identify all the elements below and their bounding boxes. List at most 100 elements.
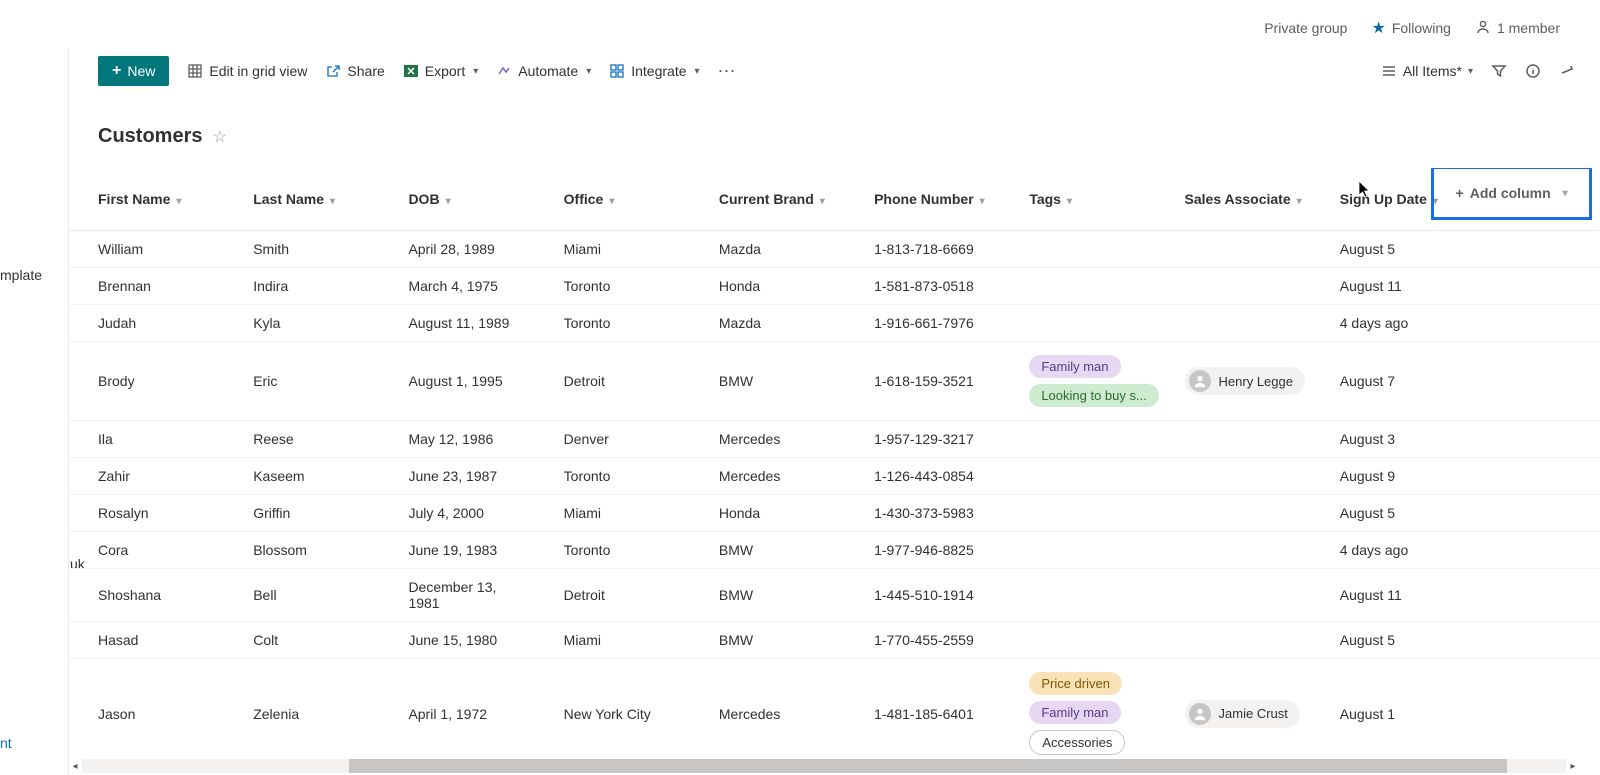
cell[interactable]: 1-977-946-8825	[844, 532, 999, 569]
cell-date[interactable]: 4 days ago	[1310, 305, 1431, 342]
export-button[interactable]: Export ▾	[403, 63, 479, 79]
cell[interactable]: 1-581-873-0518	[844, 268, 999, 305]
cell-tags[interactable]	[999, 305, 1154, 342]
cell-associate[interactable]	[1155, 569, 1310, 622]
cell[interactable]: Honda	[689, 268, 844, 305]
table-row[interactable]: ZahirKaseemJune 23, 1987TorontoMercedes1…	[68, 458, 1600, 495]
scroll-right-arrow[interactable]: ▸	[1566, 759, 1580, 773]
cell[interactable]: Rosalyn	[68, 495, 223, 532]
cell[interactable]: June 19, 1983	[378, 532, 533, 569]
scroll-thumb[interactable]	[349, 759, 1507, 773]
cell-associate[interactable]	[1155, 532, 1310, 569]
add-column-header[interactable]: + Add column ▾	[1431, 168, 1600, 231]
cell[interactable]: 1-481-185-6401	[844, 659, 999, 756]
cell[interactable]: Zahir	[68, 458, 223, 495]
col-sales-associate[interactable]: Sales Associate▾	[1155, 168, 1310, 231]
integrate-button[interactable]: Integrate ▾	[609, 63, 699, 79]
cell[interactable]: 1-770-455-2559	[844, 622, 999, 659]
expand-icon[interactable]	[1559, 63, 1575, 79]
tag-chip[interactable]: Looking to buy s...	[1029, 384, 1159, 407]
col-last-name[interactable]: Last Name▾	[223, 168, 378, 231]
automate-button[interactable]: Automate ▾	[496, 63, 591, 79]
cell-associate[interactable]: Henry Legge	[1155, 342, 1310, 421]
cell[interactable]: 1-813-718-6669	[844, 231, 999, 268]
cell[interactable]: Mazda	[689, 231, 844, 268]
col-current-brand[interactable]: Current Brand▾	[689, 168, 844, 231]
table-row[interactable]: CoraBlossomJune 19, 1983TorontoBMW1-977-…	[68, 532, 1600, 569]
table-row[interactable]: JudahKylaAugust 11, 1989TorontoMazda1-91…	[68, 305, 1600, 342]
cell[interactable]: Smith	[223, 231, 378, 268]
cell-associate[interactable]	[1155, 305, 1310, 342]
cell[interactable]: Jason	[68, 659, 223, 756]
share-button[interactable]: Share	[325, 63, 384, 79]
cell[interactable]: Brennan	[68, 268, 223, 305]
tag-chip[interactable]: Family man	[1029, 355, 1120, 378]
tag-chip[interactable]: Accessories	[1029, 730, 1125, 755]
table-row[interactable]: BrodyEricAugust 1, 1995DetroitBMW1-618-1…	[68, 342, 1600, 421]
view-selector[interactable]: All Items* ▾	[1381, 63, 1473, 79]
cell[interactable]: BMW	[689, 569, 844, 622]
cell[interactable]: 1-618-159-3521	[844, 342, 999, 421]
cell[interactable]: Kaseem	[223, 458, 378, 495]
cell-date[interactable]: August 5	[1310, 622, 1431, 659]
cell-associate[interactable]	[1155, 458, 1310, 495]
cell-tags[interactable]: Family manLooking to buy s...	[999, 342, 1154, 421]
cell[interactable]: Mercedes	[689, 458, 844, 495]
table-row[interactable]: ShoshanaBellDecember 13, 1981DetroitBMW1…	[68, 569, 1600, 622]
table-row[interactable]: JasonZeleniaApril 1, 1972New York CityMe…	[68, 659, 1600, 756]
cell[interactable]: August 11, 1989	[378, 305, 533, 342]
members-button[interactable]: 1 member	[1475, 19, 1560, 38]
cell[interactable]: June 23, 1987	[378, 458, 533, 495]
cell-tags[interactable]	[999, 458, 1154, 495]
table-row[interactable]: HasadColtJune 15, 1980MiamiBMW1-770-455-…	[68, 622, 1600, 659]
cell[interactable]: Kyla	[223, 305, 378, 342]
cell-associate[interactable]	[1155, 231, 1310, 268]
table-row[interactable]: IlaReeseMay 12, 1986DenverMercedes1-957-…	[68, 421, 1600, 458]
col-tags[interactable]: Tags▾	[999, 168, 1154, 231]
col-phone-number[interactable]: Phone Number▾	[844, 168, 999, 231]
following-button[interactable]: ★ Following	[1371, 18, 1450, 38]
edit-grid-button[interactable]: Edit in grid view	[187, 63, 307, 79]
cell-associate[interactable]: Jamie Crust	[1155, 659, 1310, 756]
more-button[interactable]: ⋯	[718, 61, 736, 82]
cell[interactable]: Honda	[689, 495, 844, 532]
person-chip[interactable]: Henry Legge	[1185, 367, 1305, 395]
table-row[interactable]: RosalynGriffinJuly 4, 2000MiamiHonda1-43…	[68, 495, 1600, 532]
table-row[interactable]: BrennanIndiraMarch 4, 1975TorontoHonda1-…	[68, 268, 1600, 305]
cell-date[interactable]: August 3	[1310, 421, 1431, 458]
col-dob[interactable]: DOB▾	[378, 168, 533, 231]
cell-associate[interactable]	[1155, 622, 1310, 659]
cell[interactable]: Toronto	[534, 305, 689, 342]
table-scroll-region[interactable]: First Name▾ Last Name▾ DOB▾ Office▾ Curr…	[68, 168, 1600, 755]
cell-date[interactable]: August 1	[1310, 659, 1431, 756]
cell[interactable]: May 12, 1986	[378, 421, 533, 458]
cell-tags[interactable]	[999, 495, 1154, 532]
cell-associate[interactable]	[1155, 495, 1310, 532]
favorite-star-button[interactable]: ☆	[212, 127, 226, 147]
cell[interactable]: Zelenia	[223, 659, 378, 756]
cell[interactable]: Miami	[534, 622, 689, 659]
cell-date[interactable]: 4 days ago	[1310, 532, 1431, 569]
cell-tags[interactable]	[999, 622, 1154, 659]
scroll-track[interactable]	[82, 759, 1566, 773]
cell[interactable]: Toronto	[534, 268, 689, 305]
cell[interactable]: Detroit	[534, 342, 689, 421]
cell[interactable]: April 1, 1972	[378, 659, 533, 756]
cell[interactable]: August 1, 1995	[378, 342, 533, 421]
cell-tags[interactable]	[999, 231, 1154, 268]
cell[interactable]: Mercedes	[689, 421, 844, 458]
cell[interactable]: July 4, 2000	[378, 495, 533, 532]
cell[interactable]: Toronto	[534, 532, 689, 569]
col-sign-up-date[interactable]: Sign Up Date▾	[1310, 168, 1431, 231]
person-chip[interactable]: Jamie Crust	[1185, 700, 1300, 728]
table-row[interactable]: WilliamSmithApril 28, 1989MiamiMazda1-81…	[68, 231, 1600, 268]
cell[interactable]: Judah	[68, 305, 223, 342]
cell-associate[interactable]	[1155, 421, 1310, 458]
cell-date[interactable]: August 11	[1310, 569, 1431, 622]
cell-associate[interactable]	[1155, 268, 1310, 305]
tag-chip[interactable]: Price driven	[1029, 672, 1122, 695]
col-office[interactable]: Office▾	[534, 168, 689, 231]
cell[interactable]: William	[68, 231, 223, 268]
filter-icon[interactable]	[1491, 63, 1507, 79]
cell-tags[interactable]: Price drivenFamily manAccessories	[999, 659, 1154, 756]
